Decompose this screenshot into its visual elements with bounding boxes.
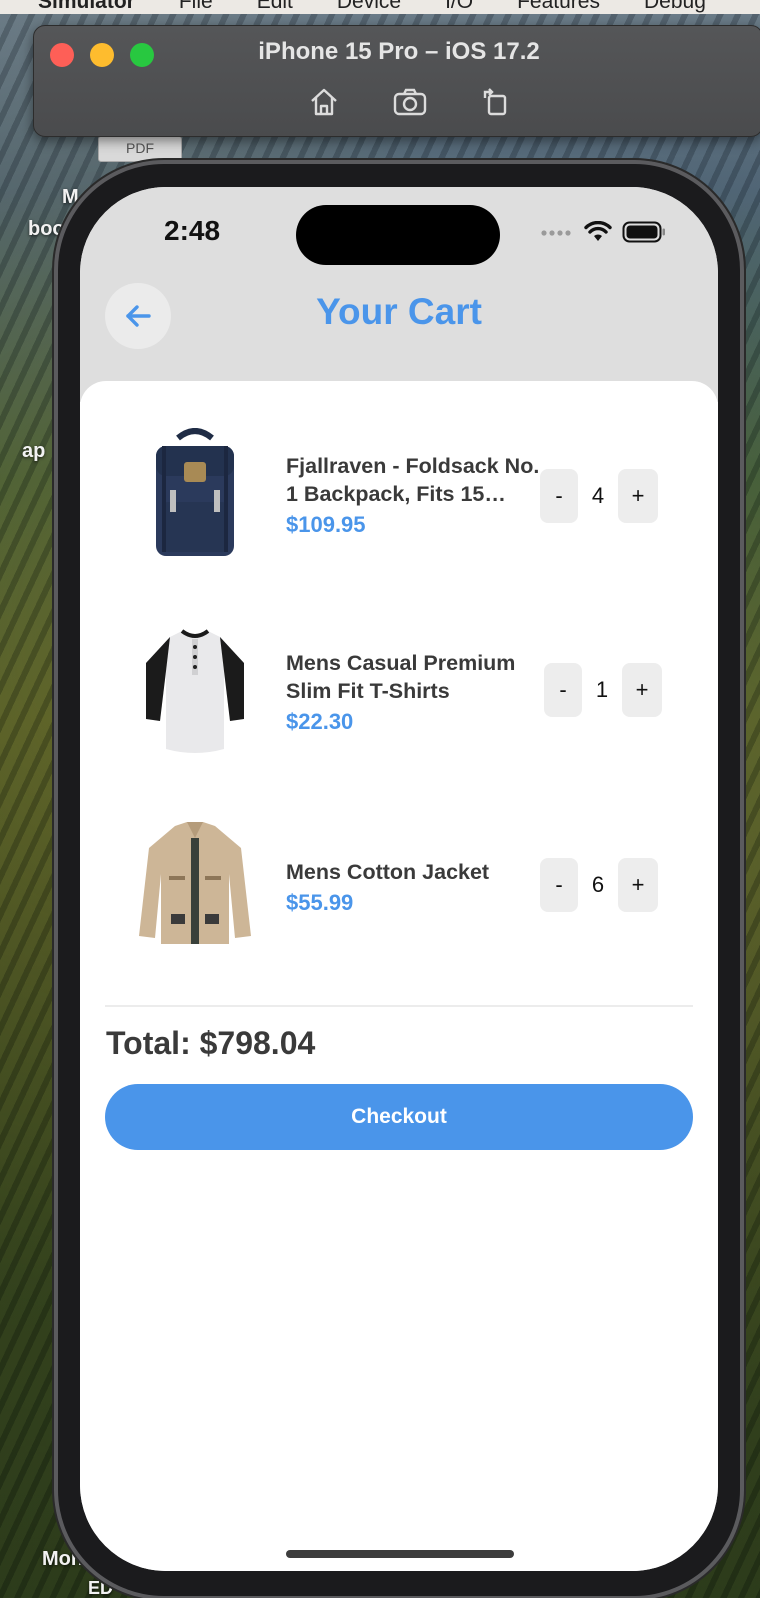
decrease-quantity-button[interactable]: - [540, 858, 578, 912]
decrease-quantity-button[interactable]: - [544, 663, 582, 717]
menu-debug[interactable]: Debug [644, 0, 706, 14]
status-bar: 2:48 [80, 187, 718, 277]
decrease-quantity-button[interactable]: - [540, 469, 578, 523]
screenshot-icon[interactable] [392, 84, 428, 120]
menu-simulator[interactable]: Simulator [38, 0, 135, 14]
product-title: Fjallraven - Foldsack No. 1 Backpack, Fi… [286, 454, 540, 506]
increase-quantity-button[interactable]: + [618, 858, 658, 912]
menu-file[interactable]: File [179, 0, 213, 14]
quantity-value: 1 [595, 677, 609, 702]
pdf-tab[interactable]: PDF [98, 136, 182, 162]
mac-menubar: Simulator File Edit Device I/O Features … [0, 0, 760, 14]
home-icon[interactable] [306, 84, 342, 120]
product-title: Mens Casual Premium Slim Fit T-Shirts [286, 651, 516, 703]
product-price: $22.30 [286, 709, 354, 734]
home-indicator[interactable] [286, 1550, 514, 1558]
wifi-icon [584, 221, 612, 241]
status-time: 2:48 [164, 215, 221, 246]
battery-icon [622, 221, 665, 243]
simulator-title: iPhone 15 Pro – iOS 17.2 [258, 38, 540, 65]
menu-features[interactable]: Features [517, 0, 600, 14]
product-price: $109.95 [286, 512, 366, 537]
dynamic-island [296, 205, 500, 265]
product-title: Mens Cotton Jacket [286, 860, 490, 884]
increase-quantity-button[interactable]: + [622, 663, 662, 717]
increase-quantity-button[interactable]: + [618, 469, 658, 523]
product-image-jacket [130, 816, 260, 952]
menu-device[interactable]: Device [337, 0, 401, 14]
cart-item: Fjallraven - Foldsack No. 1 Backpack, Fi… [80, 414, 718, 574]
product-image-tshirt [130, 621, 260, 757]
cart-list: Fjallraven - Foldsack No. 1 Backpack, Fi… [80, 381, 718, 1571]
page-title: Your Cart [316, 291, 482, 332]
menu-io[interactable]: I/O [445, 0, 473, 14]
quantity-value: 4 [591, 483, 605, 508]
cart-total: Total: $798.04 [106, 1025, 316, 1061]
quantity-value: 6 [591, 872, 605, 897]
desktop-label[interactable]: ap [22, 440, 45, 463]
cart-item: Mens Casual Premium Slim Fit T-Shirts $2… [80, 609, 718, 769]
rotate-icon[interactable] [478, 84, 514, 120]
iphone-screen: 2:48 Your Cart Fjallraven - Foldsack No.… [80, 187, 718, 1571]
cart-item: Mens Cotton Jacket $55.99 - 6 + [80, 804, 718, 964]
simulator-titlebar: iPhone 15 Pro – iOS 17.2 [33, 25, 760, 137]
product-price: $55.99 [286, 890, 354, 915]
menu-edit[interactable]: Edit [257, 0, 293, 14]
divider [105, 1005, 693, 1007]
product-image-backpack [130, 426, 260, 562]
checkout-button[interactable]: Checkout [105, 1084, 693, 1150]
signal-icon [541, 230, 571, 236]
